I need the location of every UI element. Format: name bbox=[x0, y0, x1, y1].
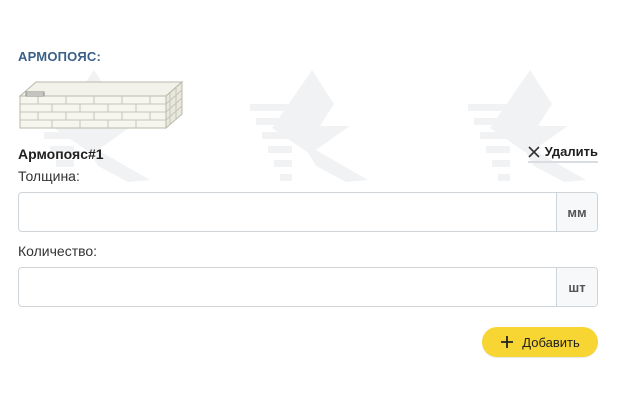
plus-icon bbox=[501, 336, 514, 348]
thickness-input-group: мм bbox=[18, 192, 598, 232]
quantity-unit: шт bbox=[556, 268, 597, 306]
close-icon bbox=[528, 145, 540, 158]
thickness-unit: мм bbox=[556, 193, 597, 231]
item-title: Армопояс#1 bbox=[18, 146, 104, 162]
section-title: АРМОПОЯС: bbox=[18, 49, 101, 64]
add-label: Добавить bbox=[522, 334, 580, 350]
armopoyas-form: АРМОПОЯС: Армопояс#1 Удалить Толщина: мм… bbox=[0, 0, 620, 410]
add-button[interactable]: Добавить bbox=[482, 327, 598, 357]
quantity-input-group: шт bbox=[18, 267, 598, 307]
brick-armopoyas-illustration bbox=[18, 80, 184, 130]
brand-watermark-icon bbox=[468, 70, 586, 182]
quantity-input[interactable] bbox=[19, 268, 556, 306]
thickness-input[interactable] bbox=[19, 193, 556, 231]
quantity-label: Количество: bbox=[18, 243, 98, 259]
delete-label: Удалить bbox=[544, 144, 598, 159]
thickness-label: Толщина: bbox=[18, 168, 80, 184]
delete-button[interactable]: Удалить bbox=[527, 144, 598, 163]
brand-watermark-icon bbox=[250, 70, 368, 182]
